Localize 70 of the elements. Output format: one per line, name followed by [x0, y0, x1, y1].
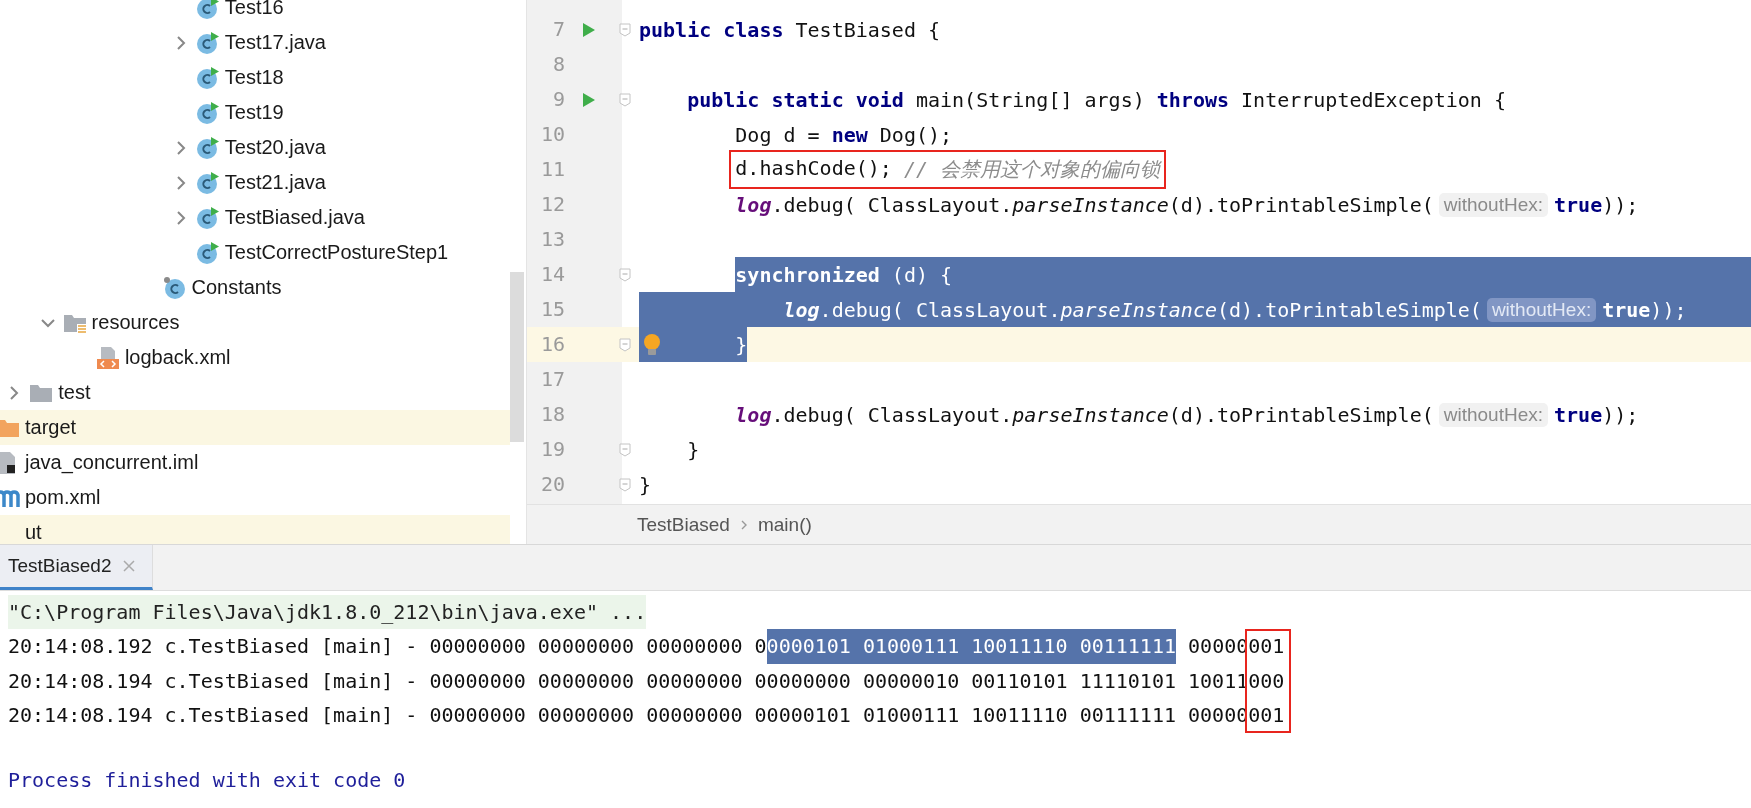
fold-marker-icon[interactable]: [619, 337, 631, 352]
line-number: 14: [539, 261, 566, 288]
fold-marker-icon[interactable]: [619, 267, 631, 282]
code-text: }: [735, 332, 748, 357]
code-text: d.hashCode();: [735, 156, 892, 182]
tree-item[interactable]: Constants: [191, 276, 282, 299]
console-text: 000: [1248, 667, 1285, 695]
run-tab[interactable]: TestBiased2: [0, 545, 153, 590]
line-number: 12: [539, 191, 566, 218]
fold-marker-icon[interactable]: [619, 442, 631, 457]
console-text: 001: [1248, 702, 1285, 730]
line-number: 8: [551, 51, 566, 78]
code-text: }: [639, 472, 652, 497]
tree-item[interactable]: Test16: [224, 0, 284, 19]
line-number: 10: [539, 121, 566, 148]
code-text: true));: [1602, 297, 1687, 322]
breadcrumb[interactable]: TestBiased: [637, 513, 730, 536]
breadcrumb[interactable]: main(): [757, 513, 812, 536]
chevron-right-icon: [739, 518, 748, 531]
tree-item[interactable]: Test18: [224, 66, 284, 89]
fold-marker-icon[interactable]: [619, 22, 631, 37]
tree-item[interactable]: TestBiased.java: [224, 206, 365, 229]
tree-item[interactable]: TestCorrectPostureStep1: [224, 241, 449, 264]
line-number: 9: [551, 86, 566, 113]
tree-item[interactable]: Test19: [224, 101, 284, 124]
console-text: 001: [1248, 633, 1285, 660]
exit-message: Process finished with exit code 0: [8, 766, 407, 794]
code-text: public static void main(String[] args) throws InterruptedException {: [687, 87, 1506, 112]
line-number: 19: [539, 436, 566, 463]
parameter-hint: withoutHex:: [1438, 402, 1548, 427]
selected-text: 0000101 01000111 10011110 00111111: [766, 629, 1176, 664]
tree-item[interactable]: Test21.java: [224, 171, 326, 194]
console-text: 20:14:08.192 c.TestBiased [main] - 00000000 00000000 00000000 0: [8, 633, 767, 660]
code-text: true));: [1554, 192, 1639, 217]
close-icon[interactable]: [121, 559, 136, 573]
line-number: 13: [539, 226, 566, 253]
code-text: log.debug( ClassLayout.parseInstance(d).toPrintableSimple(: [783, 297, 1482, 322]
line-number: 15: [539, 296, 566, 323]
tree-item[interactable]: resources: [91, 311, 180, 334]
tree-item[interactable]: test: [58, 381, 91, 404]
lightbulb-icon[interactable]: [643, 334, 661, 356]
run-icon[interactable]: [582, 21, 596, 38]
scrollbar-thumb[interactable]: [510, 272, 524, 442]
code-text: public class TestBiased {: [639, 17, 941, 42]
line-number: 20: [539, 471, 566, 498]
line-number: 17: [539, 366, 566, 393]
line-number: 11: [539, 156, 566, 183]
parameter-hint: withoutHex:: [1438, 192, 1548, 217]
code-comment: // 会禁用这个对象的偏向锁: [903, 156, 1160, 183]
fold-marker-icon[interactable]: [619, 477, 631, 492]
run-icon[interactable]: [582, 91, 596, 108]
line-number: 18: [539, 401, 566, 428]
code-text: Dog d = new Dog();: [735, 122, 953, 147]
code-text: log.debug( ClassLayout.parseInstance(d).toPrintableSimple(: [735, 192, 1434, 217]
tree-item[interactable]: ut: [25, 521, 42, 544]
tree-item[interactable]: target: [25, 416, 77, 439]
console-text: 20:14:08.194 c.TestBiased [main] - 00000000 00000000 00000000 00000000 00000010 00110101 11110101 10011: [8, 667, 1249, 695]
tree-item[interactable]: java_concurrent.iml: [25, 451, 199, 474]
code-text: }: [687, 437, 700, 462]
code-text: true));: [1554, 402, 1639, 427]
parameter-hint: withoutHex:: [1486, 297, 1597, 322]
code-text: synchronized (d) {: [735, 262, 953, 287]
line-number: 7: [551, 16, 566, 43]
code-text: log.debug( ClassLayout.parseInstance(d).toPrintableSimple(: [735, 402, 1434, 427]
fold-marker-icon[interactable]: [619, 92, 631, 107]
line-number: 16: [539, 331, 566, 358]
tree-item[interactable]: pom.xml: [25, 486, 101, 509]
tree-item[interactable]: Test17.java: [224, 31, 326, 54]
tree-item[interactable]: Test20.java: [224, 136, 326, 159]
tree-item[interactable]: logback.xml: [124, 346, 231, 369]
